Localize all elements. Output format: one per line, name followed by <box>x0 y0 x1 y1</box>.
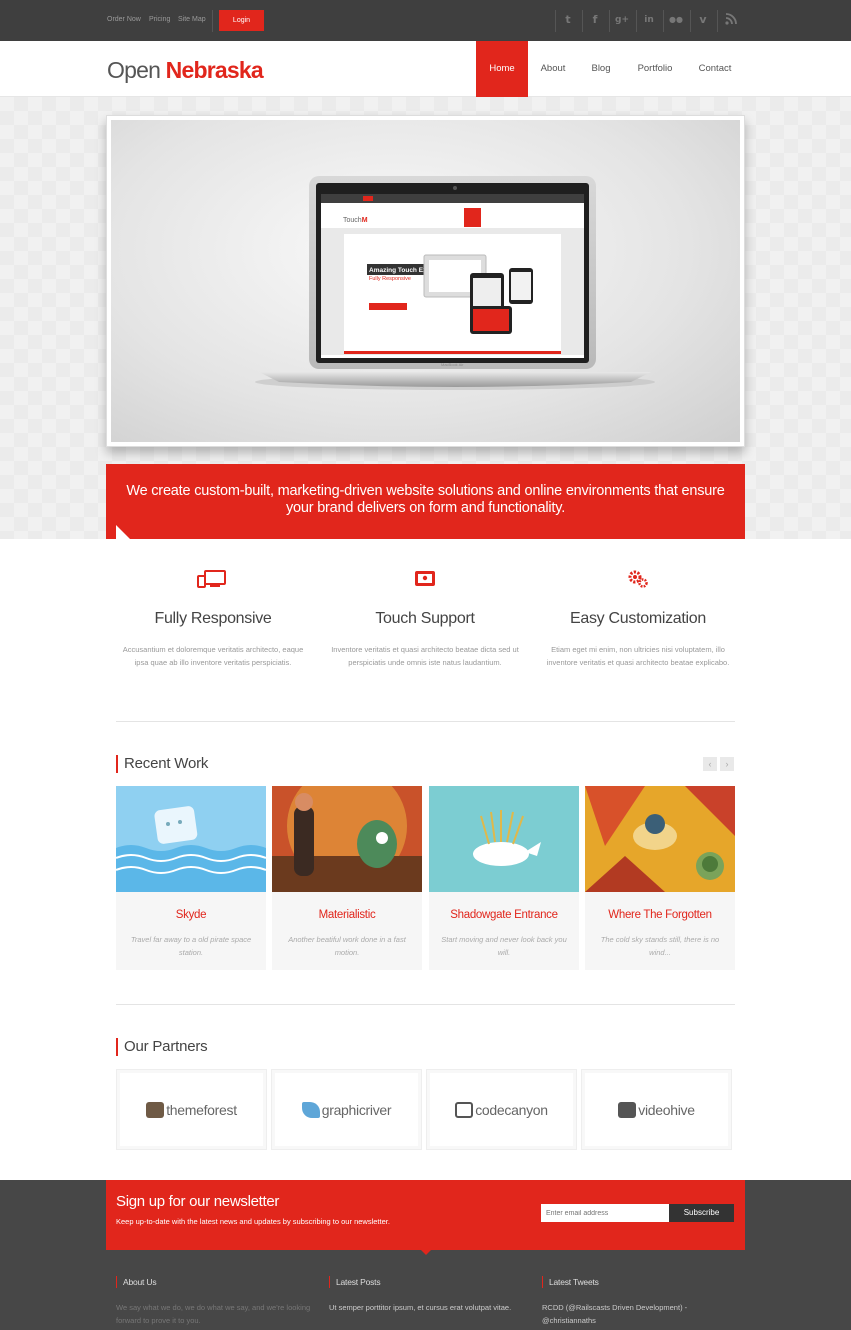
footer-post-link[interactable]: Ut semper porttitor ipsum, et cursus era… <box>329 1302 529 1315</box>
videohive-logo-icon <box>618 1101 637 1118</box>
order-now-link[interactable]: Order Now <box>107 16 141 23</box>
responsive-devices-icon <box>196 569 230 589</box>
divider <box>582 10 583 32</box>
nav-contact[interactable]: Contact <box>692 41 738 97</box>
divider <box>555 10 556 32</box>
facebook-icon[interactable]: f <box>587 13 603 27</box>
divider <box>636 10 637 32</box>
work-item[interactable]: Where The Forgotten The cold sky stands … <box>585 786 735 970</box>
subscribe-button[interactable]: Subscribe <box>669 1204 734 1222</box>
footer-heading-about: About Us <box>116 1276 157 1288</box>
nav-about[interactable]: About <box>532 41 574 97</box>
nav-home[interactable]: Home <box>476 41 528 97</box>
partner-videohive[interactable]: videohive <box>581 1069 732 1150</box>
partner-name: themeforest <box>166 1101 237 1118</box>
pricing-link[interactable]: Pricing <box>149 16 170 23</box>
login-button[interactable]: Login <box>219 10 264 31</box>
partner-name: codecanyon <box>475 1101 548 1118</box>
work-text: Travel far away to a old pirate space st… <box>130 935 252 957</box>
work-item[interactable]: Materialistic Another beatiful work done… <box>272 786 422 970</box>
feature-customization: Easy Customization Etiam eget mi enim, n… <box>532 569 744 669</box>
work-title[interactable]: Skyde <box>116 909 266 921</box>
section-divider <box>116 1004 735 1005</box>
logo-part2: Nebraska <box>165 57 264 83</box>
work-thumbnail[interactable] <box>585 786 735 892</box>
hero-banner: We create custom-built, marketing-driven… <box>106 464 745 539</box>
divider <box>609 10 610 32</box>
touch-tablet-icon <box>408 569 442 589</box>
linkedin-icon[interactable]: in <box>641 13 657 27</box>
google-plus-icon[interactable]: g+ <box>614 13 630 27</box>
feature-title: Touch Support <box>375 610 475 627</box>
nav-blog[interactable]: Blog <box>584 41 618 97</box>
hero-image: TouchM Amazing Touch Experience Fully Re… <box>111 120 740 442</box>
svg-text:MacBook Air: MacBook Air <box>441 362 464 367</box>
newsletter-text: Keep up-to-date with the latest news and… <box>116 1217 390 1226</box>
themeforest-logo-icon <box>146 1101 165 1118</box>
divider <box>717 10 718 32</box>
graphicriver-logo-icon <box>301 1101 320 1118</box>
feature-title: Easy Customization <box>570 610 706 627</box>
feature-touch: Touch Support Inventore veritatis et qua… <box>319 569 531 669</box>
site-logo[interactable]: Open Nebraska <box>107 57 264 83</box>
work-text: Another beatiful work done in a fast mot… <box>288 935 406 957</box>
newsletter-notch <box>421 1250 431 1255</box>
work-title[interactable]: Shadowgate Entrance <box>429 909 579 921</box>
footer-heading-posts: Latest Posts <box>329 1276 381 1288</box>
feature-text: Accusantium et doloremque veritatis arch… <box>122 645 304 667</box>
work-thumbnail[interactable] <box>429 786 579 892</box>
vimeo-icon[interactable]: v <box>695 13 711 27</box>
feature-responsive: Fully Responsive Accusantium et doloremq… <box>107 569 319 669</box>
gears-icon <box>621 569 655 589</box>
work-thumbnail[interactable] <box>116 786 266 892</box>
feature-text: Etiam eget mi enim, non ultricies nisi v… <box>546 645 730 667</box>
email-input[interactable] <box>541 1204 669 1222</box>
work-item[interactable]: Shadowgate Entrance Start moving and nev… <box>429 786 579 970</box>
codecanyon-logo-icon <box>455 1101 474 1118</box>
partner-name: videohive <box>638 1101 695 1118</box>
svg-text:Fully Responsive: Fully Responsive <box>369 276 411 282</box>
partner-graphicriver[interactable]: graphicriver <box>271 1069 422 1150</box>
footer-about-text: We say what we do, we do what we say, an… <box>116 1303 311 1325</box>
twitter-icon[interactable]: t <box>560 13 576 27</box>
partner-themeforest[interactable]: themeforest <box>116 1069 267 1150</box>
feature-title: Fully Responsive <box>154 610 272 627</box>
divider <box>690 10 691 32</box>
footer-tweet: RCDD (@Railscasts Driven Development) - … <box>542 1303 688 1325</box>
prev-arrow-icon[interactable]: ‹ <box>703 757 717 771</box>
logo-part1: Open <box>107 57 161 83</box>
divider <box>663 10 664 32</box>
partner-name: graphicriver <box>321 1101 392 1118</box>
next-arrow-icon[interactable]: › <box>720 757 734 771</box>
section-divider <box>116 721 735 722</box>
work-item[interactable]: Skyde Travel far away to a old pirate sp… <box>116 786 266 970</box>
recent-work-heading: Recent Work <box>116 755 208 773</box>
nav-portfolio[interactable]: Portfolio <box>630 41 680 97</box>
hero-slider[interactable]: TouchM Amazing Touch Experience Fully Re… <box>106 115 745 447</box>
newsletter-title: Sign up for our newsletter <box>116 1193 280 1210</box>
work-text: The cold sky stands still, there is no w… <box>600 935 720 957</box>
svg-text:TouchM: TouchM <box>343 217 368 224</box>
banner-notch <box>116 525 130 539</box>
feature-text: Inventore veritatis et quasi architecto … <box>331 645 519 667</box>
divider <box>212 10 213 32</box>
laptop-illustration: TouchM Amazing Touch Experience Fully Re… <box>255 176 655 390</box>
work-title[interactable]: Materialistic <box>272 909 422 921</box>
work-title[interactable]: Where The Forgotten <box>585 909 735 921</box>
partner-codecanyon[interactable]: codecanyon <box>426 1069 577 1150</box>
site-map-link[interactable]: Site Map <box>178 16 206 23</box>
work-text: Start moving and never look back you wil… <box>441 935 567 957</box>
work-thumbnail[interactable] <box>272 786 422 892</box>
partners-heading: Our Partners <box>116 1038 208 1056</box>
flickr-icon[interactable]: ●● <box>668 13 684 27</box>
footer-heading-tweets: Latest Tweets <box>542 1276 599 1288</box>
rss-icon[interactable] <box>723 13 739 27</box>
